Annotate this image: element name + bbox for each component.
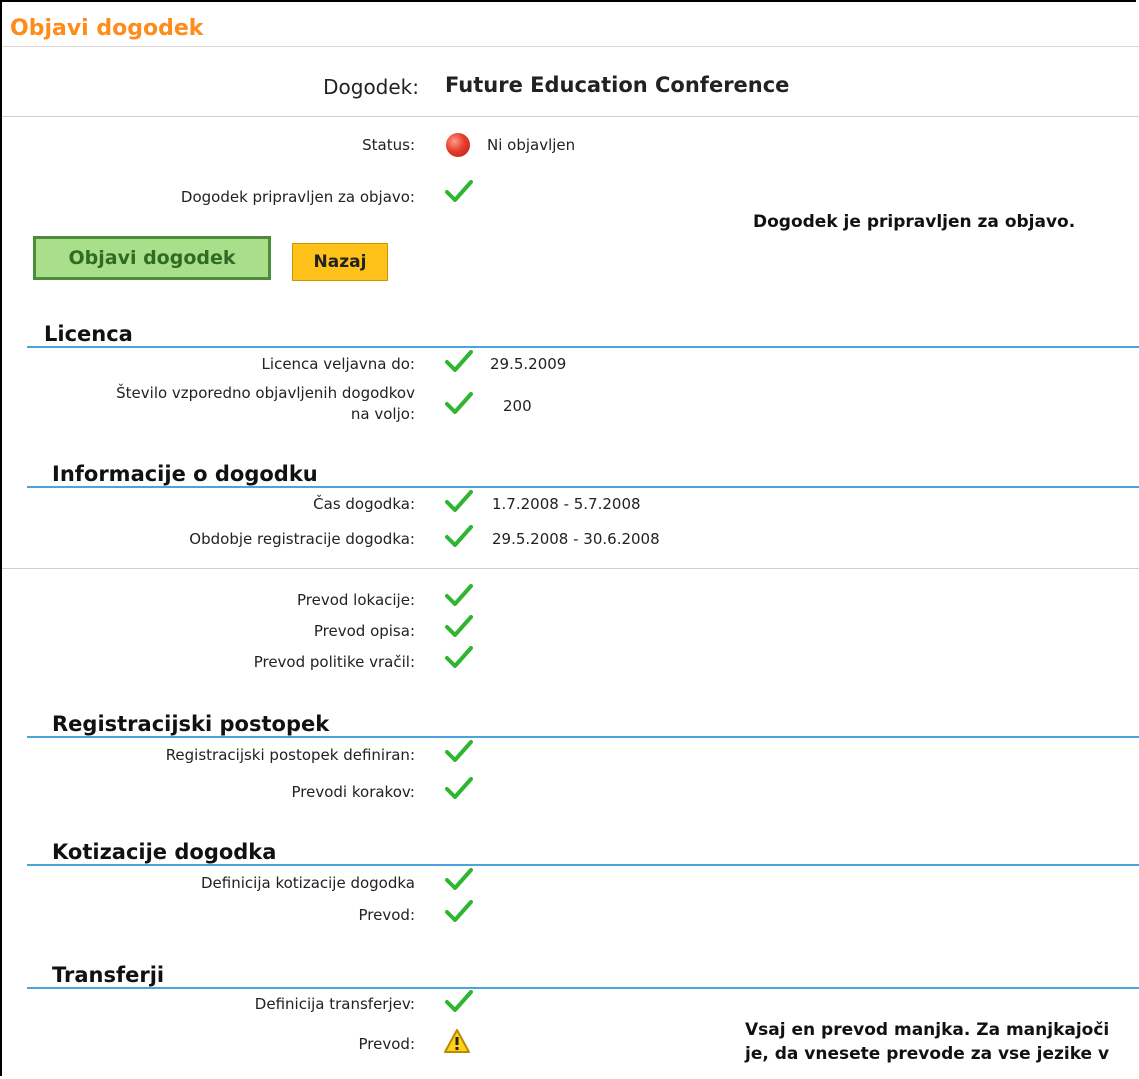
check-icon — [445, 990, 473, 1012]
status-value: Ni objavljen — [487, 136, 576, 154]
check-icon — [445, 740, 473, 762]
check-icon — [445, 777, 473, 799]
section-divider — [27, 346, 1139, 348]
check-icon — [445, 615, 473, 637]
check-icon — [445, 392, 473, 414]
registration-defined-label: Registracijski postopek definiran: — [165, 746, 415, 764]
section-divider — [27, 486, 1139, 488]
publish-event-button[interactable]: Objavi dogodek — [33, 236, 271, 280]
location-translation-label: Prevod lokacije: — [296, 591, 415, 609]
divider — [2, 568, 1139, 569]
registration-period-value: 29.5.2008 - 30.6.2008 — [492, 530, 660, 548]
event-name: Future Education Conference — [445, 73, 790, 97]
warning-icon — [444, 1029, 470, 1053]
check-icon — [445, 525, 473, 547]
step-translations-label: Prevodi korakov: — [291, 783, 416, 801]
fee-translation-label: Prevod: — [358, 906, 415, 924]
description-translation-label: Prevod opisa: — [313, 622, 415, 640]
licence-count-label-line2: na voljo: — [350, 405, 415, 423]
transfer-definition-label: Definicija transferjev: — [254, 995, 415, 1013]
licence-valid-value: 29.5.2009 — [490, 355, 567, 373]
section-title-licence: Licenca — [44, 322, 133, 346]
refund-policy-translation-label: Prevod politike vračil: — [253, 653, 415, 671]
ready-label: Dogodek pripravljen za objavo: — [180, 188, 415, 206]
check-icon — [445, 490, 473, 512]
section-title-registration: Registracijski postopek — [52, 712, 330, 736]
fee-definition-label: Definicija kotizacije dogodka — [201, 874, 415, 892]
section-divider — [27, 736, 1139, 738]
check-icon — [445, 350, 473, 372]
check-icon — [445, 646, 473, 668]
check-icon — [445, 868, 473, 890]
licence-count-label-line1: Število vzporedno objavljenih dogodkov — [116, 384, 415, 402]
section-title-transfers: Transferji — [52, 963, 165, 987]
check-icon — [445, 900, 473, 922]
registration-period-label: Obdobje registracije dogodka: — [189, 530, 415, 548]
divider — [2, 116, 1139, 117]
back-button[interactable]: Nazaj — [292, 243, 388, 281]
ready-message: Dogodek je pripravljen za objavo. — [753, 212, 1076, 232]
section-title-info: Informacije o dogodku — [52, 462, 318, 486]
status-red-icon — [446, 133, 470, 157]
check-icon — [445, 584, 473, 606]
transfer-translation-label: Prevod: — [358, 1035, 415, 1053]
section-title-fees: Kotizacije dogodka — [52, 840, 277, 864]
licence-count-value: 200 — [503, 397, 532, 415]
check-icon — [445, 180, 473, 202]
page-title: Objavi dogodek — [10, 16, 204, 41]
warning-message-line1: Vsaj en prevod manjka. Za manjkajoči — [745, 1020, 1110, 1040]
status-label: Status: — [362, 136, 415, 154]
licence-valid-label: Licenca veljavna do: — [261, 355, 415, 373]
section-divider — [27, 864, 1139, 866]
event-time-label: Čas dogodka: — [313, 495, 415, 513]
event-label: Dogodek: — [323, 75, 419, 99]
event-time-value: 1.7.2008 - 5.7.2008 — [492, 495, 641, 513]
page-header: Objavi dogodek — [2, 2, 1139, 47]
warning-message-line2: je, da vnesete prevode za vse jezike v — [745, 1044, 1110, 1064]
section-divider — [27, 987, 1139, 989]
